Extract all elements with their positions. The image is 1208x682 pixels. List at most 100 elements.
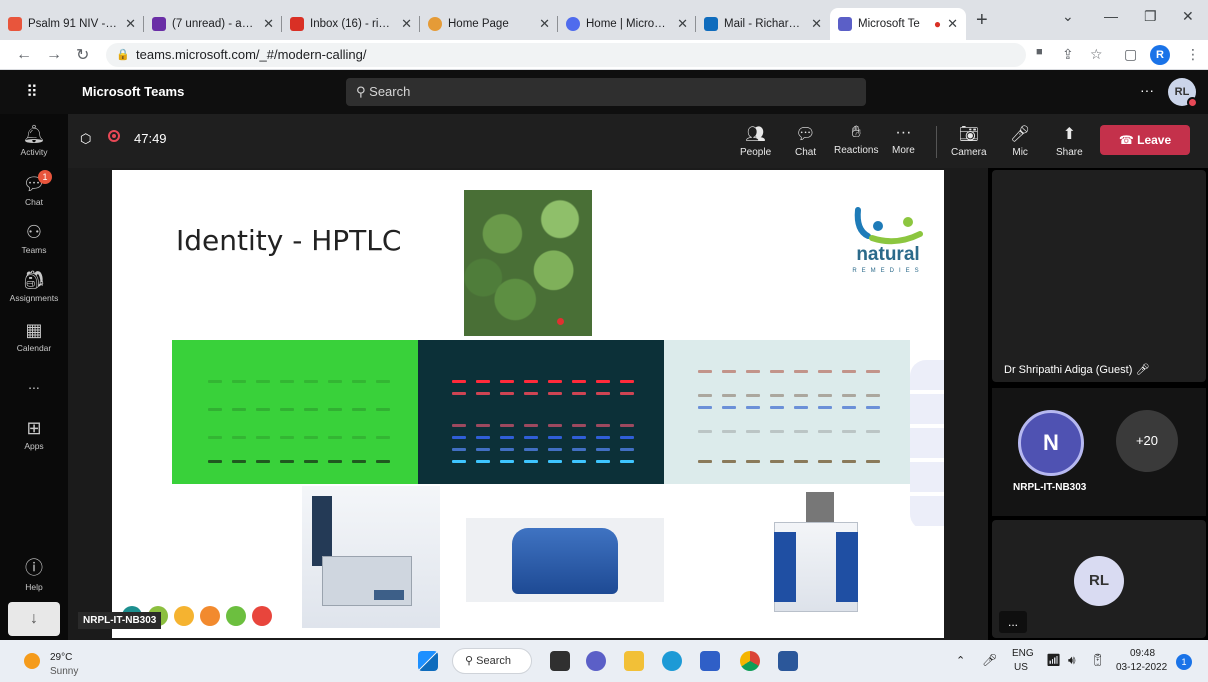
close-tab-icon[interactable]: ✕ [677, 16, 688, 32]
tlc-band [818, 370, 832, 373]
side-panel-icon[interactable]: ▢ [1124, 46, 1137, 63]
tab-psalm[interactable]: Psalm 91 NIV - W ✕ [0, 8, 144, 40]
weather-temp[interactable]: 29°C [50, 652, 72, 663]
minimize-button[interactable]: — [1104, 8, 1118, 24]
bookmark-star-icon[interactable]: ☆ [1090, 46, 1103, 63]
word-icon[interactable] [778, 651, 798, 671]
tlc-band [722, 460, 736, 463]
tlc-band [524, 424, 538, 427]
participant-avatar-n[interactable]: N [1018, 410, 1084, 476]
close-tab-icon[interactable]: ✕ [947, 16, 958, 32]
taskbar-search[interactable]: ⚲ Search [452, 648, 532, 674]
new-tab-button[interactable]: + [976, 9, 988, 32]
close-tab-icon[interactable]: ✕ [811, 16, 822, 32]
close-tab-icon[interactable]: ✕ [125, 16, 136, 32]
forward-icon[interactable]: → [46, 46, 62, 64]
rail-item-activity[interactable]: 🔔︎ Activity [0, 124, 68, 157]
share-page-icon[interactable]: ⇪ [1062, 46, 1074, 63]
store-icon[interactable] [700, 651, 720, 671]
tlc-band [746, 406, 760, 409]
tlc-band [280, 436, 294, 439]
url-input[interactable]: 🔒 teams.microsoft.com/_#/modern-calling/ [106, 43, 1026, 67]
tab-inbox[interactable]: Inbox (16) - richa ✕ [282, 8, 420, 40]
heart-reaction-icon[interactable] [252, 606, 272, 626]
tab-favicon-icon [428, 17, 442, 31]
language-indicator[interactable]: ENG [1012, 648, 1034, 659]
shield-icon[interactable]: ⬡ [80, 131, 91, 147]
wow-reaction-icon[interactable] [200, 606, 220, 626]
settings-more-icon[interactable]: ··· [1140, 82, 1154, 98]
clap-reaction-icon[interactable] [226, 606, 246, 626]
rail-item-chat[interactable]: 💬︎ 1 Chat [0, 170, 68, 207]
rail-item-help[interactable]: ⓘ Help [0, 554, 68, 592]
edge-icon[interactable] [662, 651, 682, 671]
user-avatar[interactable]: RL [1168, 78, 1198, 108]
tab-home-microsoft[interactable]: Home | Microsoft ✕ [558, 8, 696, 40]
tab-search-icon[interactable]: ⌄ [1062, 8, 1074, 25]
tlc-band [842, 394, 856, 397]
rail-item-apps[interactable]: ⊞ Apps [0, 418, 68, 451]
participant-tile-guest[interactable]: Dr Shripathi Adiga (Guest) 🎤︎ [992, 170, 1206, 382]
clock-time[interactable]: 09:48 [1130, 648, 1155, 659]
task-view-icon[interactable] [550, 651, 570, 671]
tlc-band [376, 436, 390, 439]
profile-avatar[interactable]: R [1150, 45, 1170, 65]
restore-button[interactable]: ❐ [1144, 8, 1157, 25]
recording-icon [108, 130, 120, 142]
more-participants-button[interactable]: +20 [1116, 410, 1178, 472]
rail-item-more[interactable]: ... [0, 376, 68, 392]
app-launcher-icon[interactable]: ⠿ [26, 82, 38, 102]
tab-mail[interactable]: Mail - Richard Lo ✕ [696, 8, 830, 40]
tab-unread[interactable]: (7 unread) - aven ✕ [144, 8, 282, 40]
back-icon[interactable]: ← [16, 46, 32, 64]
gmail-icon [290, 17, 304, 31]
chat-icon: 💬︎ [22, 174, 46, 194]
mic-button[interactable]: 🎤︎ Mic [1010, 124, 1030, 158]
tlc-band [500, 392, 514, 395]
people-button[interactable]: 👥︎ People [740, 124, 771, 158]
start-icon[interactable] [418, 651, 438, 671]
reactions-button[interactable]: ✋︎ Reactions [834, 124, 878, 156]
tlc-band [746, 394, 760, 397]
tlc-band [698, 460, 712, 463]
laugh-reaction-icon[interactable] [174, 606, 194, 626]
tlc-band [698, 394, 712, 397]
leave-button[interactable]: ☎ Leave [1100, 125, 1190, 155]
chrome-icon[interactable] [740, 651, 760, 671]
close-tab-icon[interactable]: ✕ [401, 16, 412, 32]
close-window-button[interactable]: ✕ [1182, 8, 1194, 25]
reload-icon[interactable]: ↻ [76, 45, 89, 65]
search-input[interactable]: ⚲ Search [346, 78, 866, 106]
tlc-band [476, 436, 490, 439]
tlc-band [794, 460, 808, 463]
download-button[interactable]: ↓ [8, 602, 60, 636]
camera-in-use-icon[interactable]: ■ [1036, 46, 1043, 58]
rail-item-teams[interactable]: ⚇ Teams [0, 222, 68, 255]
tlc-band [842, 430, 856, 433]
rail-item-calendar[interactable]: ▦ Calendar [0, 320, 68, 353]
self-tile-more-button[interactable]: ... [999, 611, 1027, 633]
rail-item-assignments[interactable]: 🎒︎ Assignments [0, 270, 68, 303]
chat-button[interactable]: 💬︎ Chat [795, 124, 816, 158]
tab-home-page[interactable]: Home Page ✕ [420, 8, 558, 40]
battery-icon[interactable]: 🔋︎ [1090, 653, 1105, 667]
mic-tray-icon[interactable]: 🎤︎ [982, 653, 997, 667]
notification-badge[interactable]: 1 [1176, 654, 1192, 670]
chrome-menu-icon[interactable]: ⋮ [1186, 46, 1200, 63]
volume-icon[interactable]: 🔊︎ [1068, 653, 1076, 668]
close-tab-icon[interactable]: ✕ [263, 16, 274, 32]
teams-header: ⠿ Microsoft Teams ⚲ Search ··· [0, 70, 1208, 114]
wifi-icon[interactable]: 📶︎ [1046, 653, 1061, 667]
teams-chat-icon[interactable] [586, 651, 606, 671]
tlc-band [596, 460, 610, 463]
documentation-instrument-image [768, 492, 864, 612]
file-explorer-icon[interactable] [624, 651, 644, 671]
tab-teams[interactable]: Microsoft Te ● ✕ [830, 8, 966, 40]
chat-icon: 💬︎ [795, 126, 816, 143]
show-hidden-icons[interactable]: ⌃ [956, 654, 965, 667]
close-tab-icon[interactable]: ✕ [539, 16, 550, 32]
share-button[interactable]: ⬆ Share [1056, 124, 1083, 158]
more-icon: ··· [895, 124, 912, 141]
camera-button[interactable]: 📷︎ Camera [951, 124, 987, 158]
more-button[interactable]: ··· More [892, 124, 915, 156]
